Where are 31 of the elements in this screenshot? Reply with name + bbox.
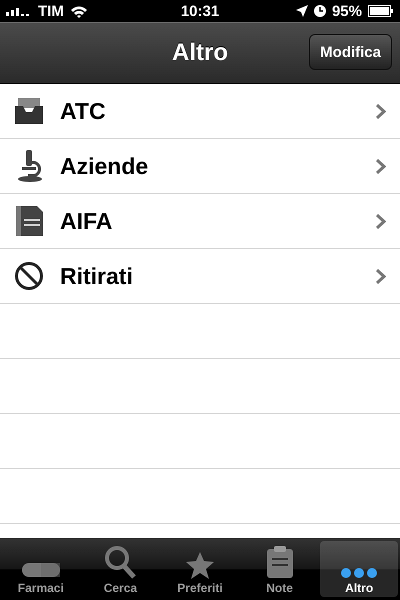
tab[interactable]: Cerca	[82, 541, 160, 597]
list-item[interactable]: AIFA	[0, 194, 400, 249]
clipboard-icon	[264, 545, 295, 579]
tab[interactable]: Preferiti	[161, 541, 239, 597]
location-arrow-icon	[296, 5, 308, 17]
screen-title: Altro	[172, 39, 228, 67]
carrier-name: TIM	[38, 2, 64, 20]
tab[interactable]: Altro	[320, 541, 398, 597]
wifi-icon	[70, 4, 88, 18]
tray-icon	[14, 97, 44, 125]
document-icon	[14, 205, 44, 237]
list-item[interactable]: Aziende	[0, 139, 400, 194]
battery-percentage: 95%	[332, 2, 362, 20]
alarm-clock-icon	[314, 5, 326, 17]
edit-button[interactable]: Modifica	[309, 34, 392, 70]
prohibited-icon	[14, 261, 44, 291]
tab[interactable]: Farmaci	[2, 541, 80, 597]
star-icon	[184, 551, 215, 579]
chevron-icon	[376, 214, 386, 228]
chevron-icon	[376, 268, 386, 284]
list-item[interactable]: Ritirati	[0, 249, 400, 304]
more-icon	[339, 567, 380, 579]
list-item[interactable]: ATC	[0, 84, 400, 139]
search-icon	[104, 545, 136, 579]
signal-icon	[6, 6, 32, 16]
chevron-icon	[376, 158, 386, 174]
clock-time: 10:31	[180, 2, 220, 20]
chevron-icon	[376, 104, 386, 118]
tab[interactable]: Note	[240, 541, 318, 597]
battery-icon	[368, 5, 394, 17]
pill-icon	[20, 561, 61, 579]
